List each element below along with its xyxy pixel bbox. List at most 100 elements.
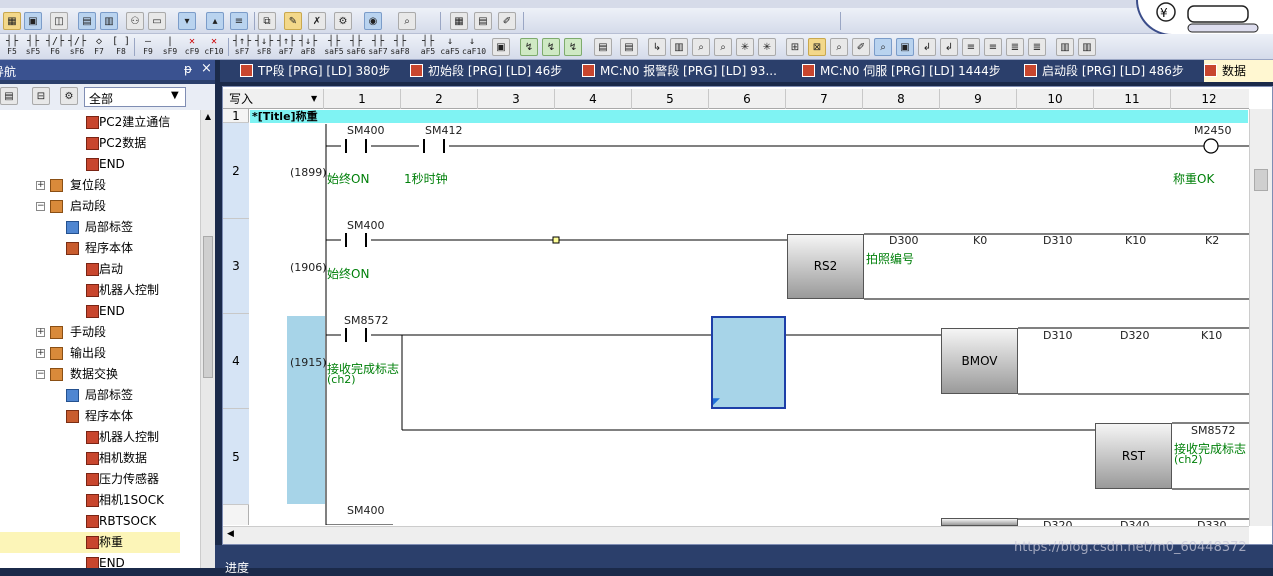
tool-a-icon[interactable]: ▤ xyxy=(594,38,612,56)
editor-tab[interactable]: MC:N0 伺服 [PRG] [LD] 1444步 xyxy=(802,60,1020,82)
tree-item[interactable]: END xyxy=(0,553,180,568)
falling-contact-key[interactable]: ┤↓├ sF8 xyxy=(254,36,274,58)
instruction-key[interactable]: [ ] F8 xyxy=(111,36,131,58)
open-contact-key[interactable]: ┤├ F5 xyxy=(2,36,22,58)
ladder-view-icon[interactable]: ▦ xyxy=(450,12,468,30)
edit-mode-icon[interactable]: ✎ xyxy=(284,12,302,30)
tree-item[interactable]: + 手动段 xyxy=(0,322,180,343)
tree-item[interactable]: 相机1SOCK xyxy=(0,490,180,511)
expand-icon[interactable]: + xyxy=(36,181,45,190)
tool-j-icon[interactable]: ✐ xyxy=(852,38,870,56)
hline-key[interactable]: — F9 xyxy=(138,36,158,58)
window-list-icon[interactable]: ▥ xyxy=(100,12,118,30)
operand-label[interactable]: SM8572 xyxy=(1191,424,1235,437)
invert-key[interactable]: ┤├ aF5 xyxy=(418,36,438,58)
cafio-key[interactable]: ↓ caF10 xyxy=(462,36,486,58)
editor-tab[interactable]: 数据 xyxy=(1204,60,1273,82)
vertical-scrollbar[interactable] xyxy=(1249,109,1272,526)
delete-hline-key[interactable]: ✕ cF9 xyxy=(182,36,202,58)
collapse-icon[interactable]: − xyxy=(36,202,45,211)
tree-item[interactable]: − 启动段 xyxy=(0,196,180,217)
close-icon[interactable]: × xyxy=(201,61,212,76)
filter-select[interactable]: 全部 ▼ xyxy=(84,87,186,107)
bmov-instruction[interactable]: BMOV xyxy=(941,328,1018,394)
monitor-start-icon[interactable]: ◉ xyxy=(364,12,382,30)
find-next-icon[interactable]: ⌕ xyxy=(714,38,732,56)
tree-item[interactable]: PC2建立通信 xyxy=(0,112,180,133)
cursor-cell[interactable]: ◤ xyxy=(711,316,786,409)
copy-icon[interactable]: ⧉ xyxy=(258,12,276,30)
tree-item[interactable]: END xyxy=(0,154,180,175)
tool-p-icon[interactable]: ≡ xyxy=(984,38,1002,56)
tree-item[interactable]: 局部标签 xyxy=(0,217,180,238)
gear-icon[interactable]: ⚙ xyxy=(60,87,78,105)
rst-instruction[interactable]: RST xyxy=(1095,423,1172,489)
tool-s-icon[interactable]: ▥ xyxy=(1056,38,1074,56)
operand-label[interactable]: D300 xyxy=(889,234,918,247)
rung6-instruction[interactable] xyxy=(941,518,1018,526)
tool-l-icon[interactable]: ▣ xyxy=(896,38,914,56)
tool-o-icon[interactable]: ≡ xyxy=(962,38,980,56)
operand-label[interactable]: D320 xyxy=(1043,519,1072,526)
instruction-list-icon[interactable]: ▤ xyxy=(474,12,492,30)
tree-item[interactable]: 局部标签 xyxy=(0,385,180,406)
label3-icon[interactable]: ↯ xyxy=(564,38,582,56)
scroll-up-icon[interactable]: ▲ xyxy=(202,112,214,124)
monitor-icon[interactable]: ▭ xyxy=(148,12,166,30)
find-icon[interactable]: ⌕ xyxy=(692,38,710,56)
contact-label[interactable]: SM400 xyxy=(347,124,384,137)
tree-item[interactable]: 程序本体 xyxy=(0,238,180,259)
operand-label[interactable]: K0 xyxy=(973,234,987,247)
operand-label[interactable]: K2 xyxy=(1205,234,1219,247)
dev-verify-icon[interactable]: ≡ xyxy=(230,12,248,30)
tool-q-icon[interactable]: ≣ xyxy=(1006,38,1024,56)
operand-label[interactable]: K10 xyxy=(1201,329,1222,342)
contact-label[interactable]: SM400 xyxy=(347,504,384,517)
operand-label[interactable]: D310 xyxy=(1043,329,1072,342)
tree-item[interactable]: 启动 xyxy=(0,259,180,280)
operand-label[interactable]: D340 xyxy=(1120,519,1149,526)
delete-vline-key[interactable]: ✕ cF10 xyxy=(204,36,224,58)
tree-item[interactable]: END xyxy=(0,301,180,322)
tree-item[interactable]: 压力传感器 xyxy=(0,469,180,490)
pin-icon[interactable]: ᵽ xyxy=(184,62,192,76)
vline-key[interactable]: | sF9 xyxy=(160,36,180,58)
binoculars-icon[interactable]: ⚇ xyxy=(126,12,144,30)
saf8-key[interactable]: ┤├ saF8 xyxy=(390,36,410,58)
saf7-key[interactable]: ┤├ saF7 xyxy=(368,36,388,58)
operand-label[interactable]: D320 xyxy=(1120,329,1149,342)
operand-label[interactable]: D330 xyxy=(1197,519,1226,526)
tree-scrollbar[interactable]: ▲ xyxy=(200,110,215,568)
contact-label[interactable]: SM8572 xyxy=(344,314,388,327)
close-branch-key[interactable]: ┤/├ sF6 xyxy=(67,36,87,58)
coil-key[interactable]: ◇ F7 xyxy=(89,36,109,58)
label-icon[interactable]: ↯ xyxy=(520,38,538,56)
tool-b-icon[interactable]: ▤ xyxy=(620,38,638,56)
nav-view-icon[interactable]: ▤ xyxy=(0,87,18,105)
tool-m-icon[interactable]: ↲ xyxy=(918,38,936,56)
tree-item[interactable]: 机器人控制 xyxy=(0,280,180,301)
device-icon[interactable]: ◫ xyxy=(50,12,68,30)
nav-collapse-icon[interactable]: ⊟ xyxy=(32,87,50,105)
falling-branch-key[interactable]: ┤↓├ aF8 xyxy=(298,36,318,58)
collapse-icon[interactable]: − xyxy=(36,370,45,379)
tool-h-icon[interactable]: ⊠ xyxy=(808,38,826,56)
tool-f-icon[interactable]: ✳ xyxy=(758,38,776,56)
tree-scroll-thumb[interactable] xyxy=(203,236,213,378)
tool-k-icon[interactable]: ⌕ xyxy=(874,38,892,56)
tool-r-icon[interactable]: ≣ xyxy=(1028,38,1046,56)
window-grid-icon[interactable]: ▤ xyxy=(78,12,96,30)
expand-icon[interactable]: + xyxy=(36,328,45,337)
coil-label[interactable]: M2450 xyxy=(1194,124,1232,137)
rising-branch-key[interactable]: ┤↑├ aF7 xyxy=(276,36,296,58)
operand-label[interactable]: K10 xyxy=(1125,234,1146,247)
editor-tab[interactable]: 初始段 [PRG] [LD] 46步 xyxy=(410,60,578,82)
editor-tab[interactable]: 启动段 [PRG] [LD] 486步 xyxy=(1024,60,1199,82)
rising-contact-key[interactable]: ┤↑├ sF7 xyxy=(232,36,252,58)
tool-e-icon[interactable]: ✳ xyxy=(736,38,754,56)
expand-icon[interactable]: + xyxy=(36,349,45,358)
dev-write-icon[interactable]: ▴ xyxy=(206,12,224,30)
editor-tab[interactable]: MC:N0 报警段 [PRG] [LD] 93... xyxy=(582,60,797,82)
tool-d-icon[interactable]: ▥ xyxy=(670,38,688,56)
write-mode-label[interactable]: 写入 ▼ xyxy=(223,89,323,109)
